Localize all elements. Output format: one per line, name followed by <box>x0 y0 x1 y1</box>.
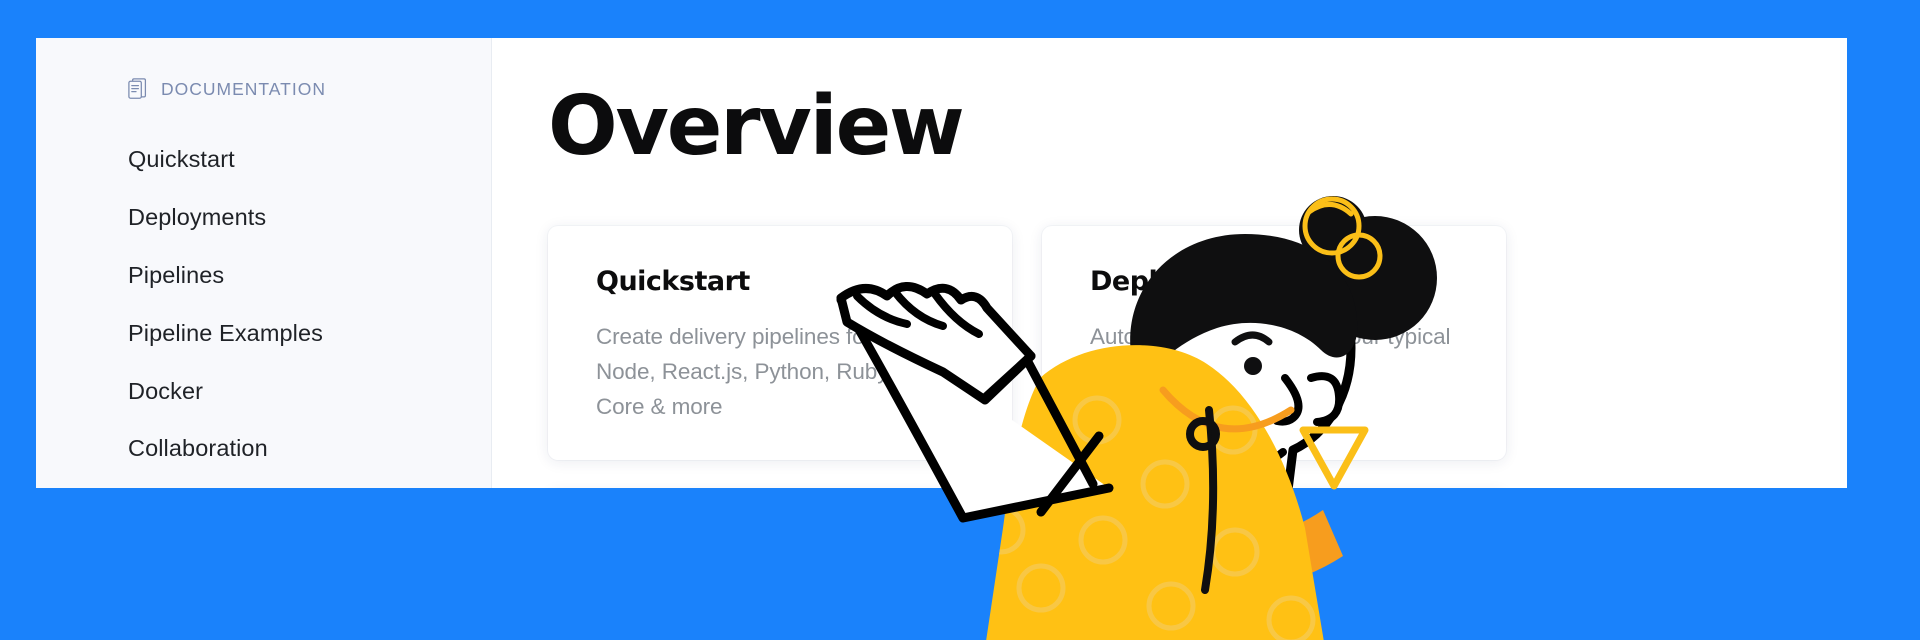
sidebar-item-label: Quickstart <box>128 146 235 173</box>
sidebar-item-deployments[interactable]: Deployments <box>36 189 491 247</box>
sidebar-item-label: Pipelines <box>128 261 225 288</box>
page-title: Overview <box>548 79 965 174</box>
card-title: Quickstart <box>596 266 750 297</box>
main-content: Overview Quickstart Create delivery pipe… <box>492 38 1847 488</box>
card-quickstart[interactable]: Quickstart Create delivery pipelines for… <box>548 226 1012 460</box>
card-deployments[interactable]: Deployments Automate deployment to your … <box>1042 226 1506 460</box>
sidebar-item-label: Deployments <box>128 204 267 231</box>
sidebar-item-pipelines[interactable]: Pipelines <box>36 247 491 305</box>
sidebar-item-docker[interactable]: Docker <box>36 362 491 420</box>
sidebar-nav: Quickstart Deployments Pipelines Pipelin… <box>36 131 491 478</box>
sidebar-item-collaboration[interactable]: Collaboration <box>36 420 491 478</box>
sidebar-item-label: Pipeline Examples <box>128 319 324 346</box>
documents-icon <box>128 78 148 100</box>
sidebar-section-header: DOCUMENTATION <box>36 78 491 100</box>
sidebar-item-label: Docker <box>128 377 204 404</box>
overview-card-grid: Quickstart Create delivery pipelines for… <box>548 226 1847 488</box>
sidebar: DOCUMENTATION Quickstart Deployments Pip… <box>36 38 492 488</box>
card-title: Deployments <box>1090 266 1285 297</box>
card-body: Create delivery pipelines for PHP, Node,… <box>596 324 950 419</box>
screenshot-root: DOCUMENTATION Quickstart Deployments Pip… <box>0 0 1920 640</box>
sidebar-header-label: DOCUMENTATION <box>161 78 326 99</box>
card-body: Automate deployment to your typical serv… <box>1090 324 1451 384</box>
sidebar-item-pipeline-examples[interactable]: Pipeline Examples <box>36 304 491 362</box>
sidebar-item-quickstart[interactable]: Quickstart <box>36 131 491 189</box>
app-window: DOCUMENTATION Quickstart Deployments Pip… <box>36 38 1847 488</box>
sidebar-item-label: Collaboration <box>128 435 268 462</box>
